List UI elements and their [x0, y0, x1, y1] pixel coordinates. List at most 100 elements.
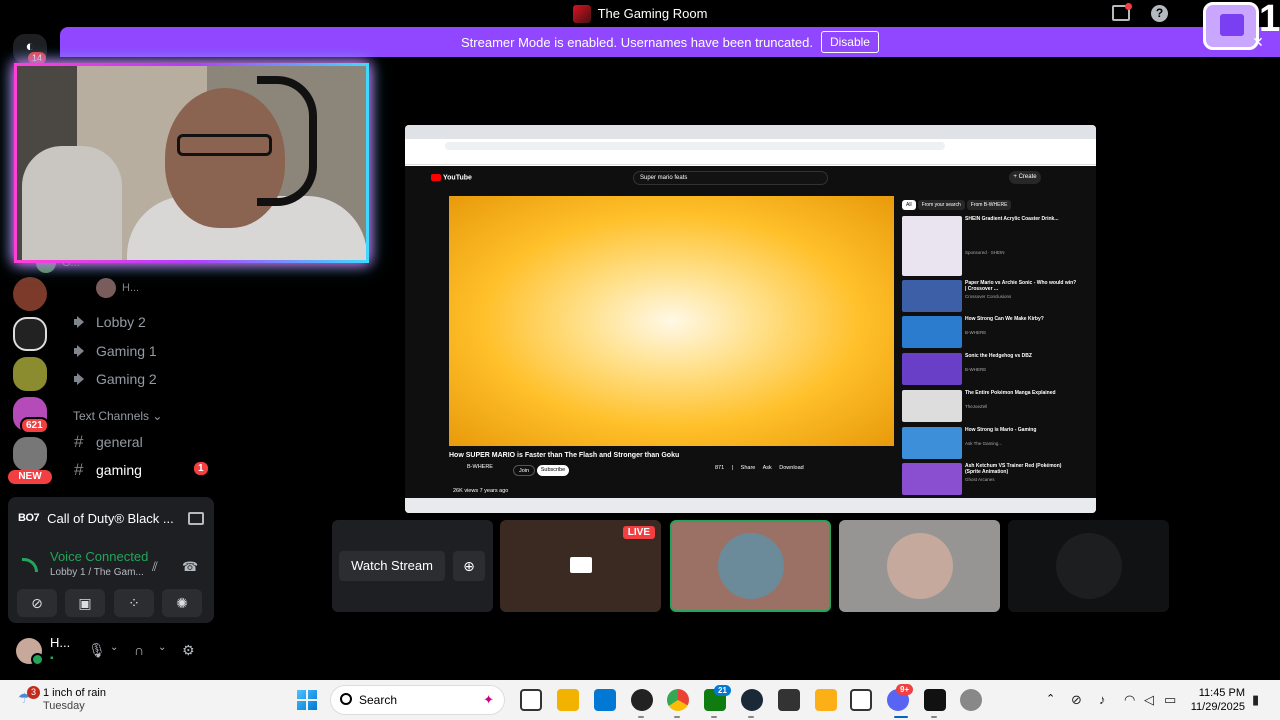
avatar: [1055, 533, 1122, 599]
running-indicator: [674, 716, 680, 718]
filter-chips: All From your search From B-WHERE: [902, 200, 1013, 210]
window-title: The Gaming Room: [597, 6, 708, 21]
chrome-icon[interactable]: [667, 689, 689, 711]
taskbar-search[interactable]: Search ✦: [330, 685, 505, 715]
obs-icon[interactable]: [631, 689, 653, 711]
running-indicator: [931, 716, 937, 718]
join-button: Join: [513, 465, 535, 476]
avatar: [96, 278, 116, 298]
create-button: + Create: [1009, 171, 1041, 184]
store-icon[interactable]: [594, 689, 616, 711]
chip: From your search: [917, 200, 965, 210]
category-label: Text Channels: [73, 409, 150, 423]
soundboard-button[interactable]: ✺: [162, 589, 202, 617]
discord-badge: 9+: [896, 684, 914, 695]
stream-tile-live[interactable]: LIVE: [500, 520, 661, 612]
notifications-icon[interactable]: ▮: [1252, 692, 1259, 708]
date: 11/29/2025: [1190, 701, 1245, 713]
windows-start-icon[interactable]: [297, 690, 317, 710]
network-off-icon[interactable]: ⊘: [1071, 692, 1082, 708]
voice-status-panel: Voice Connected Lobby 1 / The Gam... ⫽ ☎: [8, 539, 214, 589]
activity-panel[interactable]: BO7 Call of Duty® Black ...: [8, 497, 214, 539]
browser-bookmarks-bar: [405, 153, 1096, 165]
participant-tile-speaking[interactable]: [670, 520, 831, 612]
chevron-up-icon[interactable]: ⌃: [1046, 692, 1055, 705]
channel-label: general: [96, 434, 143, 450]
text-channel-gaming[interactable]: # gaming: [74, 460, 142, 480]
settings-icon[interactable]: [960, 689, 982, 711]
video-actions: 871 | Share Ask Download: [715, 465, 804, 471]
steam-icon[interactable]: [741, 689, 763, 711]
share-screen-button[interactable]: ▣: [65, 589, 105, 617]
activities-button[interactable]: ⁘: [114, 589, 154, 617]
youtube-page: YouTube Super mario feats + Create How S…: [405, 166, 1096, 498]
headphones-icon[interactable]: ∩: [134, 642, 144, 658]
server-icon-sg[interactable]: [13, 317, 47, 351]
call-of-duty-icon[interactable]: [924, 689, 946, 711]
chevron-down-icon[interactable]: ⌄: [110, 642, 118, 653]
monitor-icon: [570, 557, 592, 573]
voice-channel-lobby-2[interactable]: Lobby 2: [74, 314, 146, 330]
recommendation: Ash Ketchum VS Trainer Red (Pokémon) (Sp…: [902, 463, 1087, 495]
voice-channel-gaming-1[interactable]: Gaming 1: [74, 343, 157, 359]
game-logo: BO7: [18, 512, 40, 524]
camera-off-button[interactable]: ⊘: [17, 589, 57, 617]
mic-icon[interactable]: ♪: [1099, 692, 1106, 707]
copilot-icon: ✦: [483, 692, 494, 707]
watch-stream-options-icon[interactable]: ⊕: [453, 551, 485, 581]
screen-share-icon[interactable]: [188, 511, 204, 525]
file-explorer-icon[interactable]: [557, 689, 579, 711]
rockstar-icon[interactable]: [815, 689, 837, 711]
epic-games-icon[interactable]: [778, 689, 800, 711]
active-indicator: [894, 716, 908, 718]
participant-tile[interactable]: [839, 520, 1000, 612]
avatar: [886, 533, 953, 599]
user-panel[interactable]: H... ▪ 🎙︎ ⌄ ∩ ⌄ ⚙: [8, 632, 214, 670]
weather-text: 1 inch of rain: [43, 687, 106, 699]
server-icon[interactable]: [13, 357, 47, 391]
watch-stream-button[interactable]: Watch Stream: [339, 551, 445, 581]
stream-tile[interactable]: Watch Stream ⊕: [332, 520, 493, 612]
youtube-search: Super mario feats: [633, 171, 828, 185]
server-icon[interactable]: [13, 437, 47, 471]
7zip-icon[interactable]: [850, 689, 872, 711]
browser-tab-strip: [405, 125, 1096, 139]
help-icon[interactable]: ?: [1151, 5, 1168, 22]
speaker-icon: [74, 316, 88, 328]
chevron-down-icon[interactable]: ⌄: [158, 642, 166, 653]
server-logo-icon: [572, 4, 591, 23]
new-badge[interactable]: NEW: [8, 470, 52, 484]
mic-icon[interactable]: 🎙︎: [88, 642, 106, 659]
noise-suppression-icon[interactable]: ⫽: [152, 559, 168, 574]
voice-channel-gaming-2[interactable]: Gaming 2: [74, 371, 157, 387]
wifi-icon[interactable]: ◠: [1124, 692, 1135, 708]
recommendation: How Strong Can We Make Kirby? B-WHERE: [902, 316, 1087, 348]
youtube-logo: YouTube: [431, 174, 472, 181]
voice-channel-path[interactable]: Lobby 1 / The Gam...: [50, 567, 144, 578]
voice-user[interactable]: H...: [96, 278, 139, 298]
disconnect-icon[interactable]: ☎: [182, 559, 198, 574]
server-icon[interactable]: [13, 277, 47, 311]
settings-gear-icon[interactable]: ⚙: [182, 642, 195, 659]
chevron-down-icon: ⌄: [152, 409, 163, 423]
close-icon[interactable]: ✕: [1252, 34, 1264, 51]
volume-icon[interactable]: ◁: [1144, 692, 1154, 708]
avatar[interactable]: [16, 638, 44, 666]
signal-icon[interactable]: [22, 558, 38, 572]
inbox-icon[interactable]: [1112, 3, 1132, 21]
task-view-icon[interactable]: [520, 689, 542, 711]
text-channels-header[interactable]: Text Channels ⌄: [73, 409, 162, 423]
avatar: [717, 533, 784, 599]
video-title: How SUPER MARIO is Faster than The Flash…: [449, 452, 680, 459]
recommendation: Paper Mario vs Archie Sonic - Who would …: [902, 280, 1087, 312]
disable-button[interactable]: Disable: [820, 31, 879, 53]
twitch-overlay: 1 ✕: [1203, 0, 1280, 55]
participant-tile[interactable]: [1008, 520, 1169, 612]
stream-view[interactable]: YouTube Super mario feats + Create How S…: [405, 125, 1096, 513]
battery-icon[interactable]: ▭: [1164, 692, 1176, 708]
xbox-badge: 21: [714, 685, 731, 696]
voice-status[interactable]: Voice Connected: [50, 549, 148, 564]
webcam-overlay: [14, 63, 369, 263]
text-channel-general[interactable]: # general: [74, 432, 143, 452]
clock[interactable]: 11:45 PM 11/29/2025: [1190, 686, 1245, 714]
